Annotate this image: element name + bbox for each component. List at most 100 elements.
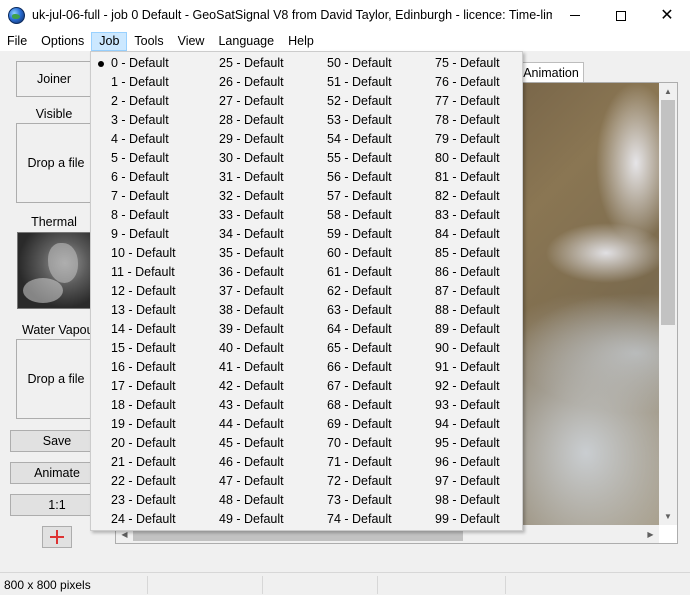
job-menu-item[interactable]: 71 - Default: [307, 453, 415, 472]
job-menu-item[interactable]: 92 - Default: [415, 377, 523, 396]
job-menu-item[interactable]: 39 - Default: [199, 320, 307, 339]
job-menu-item[interactable]: 41 - Default: [199, 358, 307, 377]
job-menu-item[interactable]: 83 - Default: [415, 206, 523, 225]
close-button[interactable]: ✕: [644, 0, 690, 31]
job-menu-item[interactable]: 88 - Default: [415, 301, 523, 320]
vertical-scrollbar[interactable]: ▲ ▼: [659, 83, 677, 525]
job-menu-item[interactable]: 21 - Default: [91, 453, 199, 472]
job-menu-item[interactable]: 24 - Default: [91, 510, 199, 529]
job-menu-item[interactable]: 89 - Default: [415, 320, 523, 339]
job-menu-item[interactable]: 7 - Default: [91, 187, 199, 206]
job-menu-item[interactable]: 45 - Default: [199, 434, 307, 453]
job-menu-item[interactable]: 81 - Default: [415, 168, 523, 187]
job-menu-item[interactable]: 29 - Default: [199, 130, 307, 149]
job-menu-item[interactable]: 78 - Default: [415, 111, 523, 130]
job-menu-item[interactable]: 75 - Default: [415, 54, 523, 73]
job-menu-item[interactable]: 91 - Default: [415, 358, 523, 377]
job-menu-item[interactable]: 43 - Default: [199, 396, 307, 415]
minimize-button[interactable]: [552, 0, 598, 31]
visible-drop-zone[interactable]: Drop a file: [16, 123, 96, 203]
job-menu-item[interactable]: 31 - Default: [199, 168, 307, 187]
job-menu-item[interactable]: 65 - Default: [307, 339, 415, 358]
scroll-down-icon[interactable]: ▼: [659, 508, 677, 525]
job-menu-item[interactable]: 51 - Default: [307, 73, 415, 92]
job-menu-item[interactable]: 5 - Default: [91, 149, 199, 168]
job-menu-item[interactable]: 30 - Default: [199, 149, 307, 168]
job-menu-item[interactable]: 37 - Default: [199, 282, 307, 301]
job-menu-item[interactable]: 9 - Default: [91, 225, 199, 244]
job-menu-item[interactable]: 28 - Default: [199, 111, 307, 130]
job-menu-item[interactable]: 36 - Default: [199, 263, 307, 282]
crosshair-button[interactable]: [42, 526, 72, 548]
job-menu-item[interactable]: 15 - Default: [91, 339, 199, 358]
job-menu-item[interactable]: 70 - Default: [307, 434, 415, 453]
job-menu-item[interactable]: 82 - Default: [415, 187, 523, 206]
globe-icon[interactable]: [8, 7, 25, 24]
job-menu-item[interactable]: 63 - Default: [307, 301, 415, 320]
job-menu-item[interactable]: 40 - Default: [199, 339, 307, 358]
job-menu-item[interactable]: 2 - Default: [91, 92, 199, 111]
job-menu-item[interactable]: 17 - Default: [91, 377, 199, 396]
menu-job[interactable]: Job: [91, 31, 128, 51]
job-menu-item[interactable]: 18 - Default: [91, 396, 199, 415]
scroll-up-icon[interactable]: ▲: [659, 83, 677, 100]
menu-view[interactable]: View: [171, 32, 212, 51]
job-menu-item[interactable]: 35 - Default: [199, 244, 307, 263]
job-menu-item[interactable]: 23 - Default: [91, 491, 199, 510]
menu-language[interactable]: Language: [211, 32, 281, 51]
job-menu-item[interactable]: 74 - Default: [307, 510, 415, 529]
job-menu-item[interactable]: 64 - Default: [307, 320, 415, 339]
job-menu-item[interactable]: 69 - Default: [307, 415, 415, 434]
job-menu-item[interactable]: 44 - Default: [199, 415, 307, 434]
job-menu-item[interactable]: 79 - Default: [415, 130, 523, 149]
job-menu-item[interactable]: 67 - Default: [307, 377, 415, 396]
job-menu-item[interactable]: 62 - Default: [307, 282, 415, 301]
job-menu-item[interactable]: 55 - Default: [307, 149, 415, 168]
menu-help[interactable]: Help: [281, 32, 321, 51]
menu-file[interactable]: File: [0, 32, 34, 51]
job-menu-item[interactable]: 93 - Default: [415, 396, 523, 415]
job-menu-item[interactable]: 13 - Default: [91, 301, 199, 320]
job-menu-item[interactable]: 47 - Default: [199, 472, 307, 491]
scroll-right-icon[interactable]: ▶: [642, 525, 659, 543]
job-menu-item[interactable]: 84 - Default: [415, 225, 523, 244]
job-menu-item[interactable]: 6 - Default: [91, 168, 199, 187]
job-menu-item[interactable]: 49 - Default: [199, 510, 307, 529]
job-menu-item[interactable]: 38 - Default: [199, 301, 307, 320]
job-menu-item[interactable]: 4 - Default: [91, 130, 199, 149]
job-menu-item[interactable]: 61 - Default: [307, 263, 415, 282]
job-menu-item[interactable]: 87 - Default: [415, 282, 523, 301]
job-menu-item[interactable]: 22 - Default: [91, 472, 199, 491]
job-menu-item[interactable]: 59 - Default: [307, 225, 415, 244]
menu-tools[interactable]: Tools: [127, 32, 170, 51]
tab-animation[interactable]: Animation: [518, 62, 584, 82]
water-vapour-drop-zone[interactable]: Drop a file: [16, 339, 96, 419]
job-menu-item[interactable]: 34 - Default: [199, 225, 307, 244]
job-menu-item[interactable]: 85 - Default: [415, 244, 523, 263]
job-menu-item[interactable]: 66 - Default: [307, 358, 415, 377]
job-menu-item[interactable]: 80 - Default: [415, 149, 523, 168]
job-menu-item[interactable]: 16 - Default: [91, 358, 199, 377]
job-menu-item[interactable]: 57 - Default: [307, 187, 415, 206]
job-menu-item[interactable]: 60 - Default: [307, 244, 415, 263]
job-menu-item[interactable]: 96 - Default: [415, 453, 523, 472]
job-menu-item[interactable]: 48 - Default: [199, 491, 307, 510]
job-menu-item[interactable]: 46 - Default: [199, 453, 307, 472]
job-menu-item[interactable]: 14 - Default: [91, 320, 199, 339]
job-menu-item[interactable]: 53 - Default: [307, 111, 415, 130]
job-menu-item[interactable]: 0 - Default: [91, 54, 199, 73]
job-menu-item[interactable]: 73 - Default: [307, 491, 415, 510]
job-menu-item[interactable]: 33 - Default: [199, 206, 307, 225]
job-menu-item[interactable]: 90 - Default: [415, 339, 523, 358]
job-menu-item[interactable]: 86 - Default: [415, 263, 523, 282]
job-menu-item[interactable]: 19 - Default: [91, 415, 199, 434]
job-menu-item[interactable]: 12 - Default: [91, 282, 199, 301]
job-menu-item[interactable]: 3 - Default: [91, 111, 199, 130]
job-menu-item[interactable]: 10 - Default: [91, 244, 199, 263]
joiner-button[interactable]: Joiner: [16, 61, 92, 97]
job-menu-item[interactable]: 25 - Default: [199, 54, 307, 73]
job-menu-item[interactable]: 68 - Default: [307, 396, 415, 415]
job-menu-item[interactable]: 50 - Default: [307, 54, 415, 73]
job-menu-item[interactable]: 8 - Default: [91, 206, 199, 225]
job-menu-item[interactable]: 11 - Default: [91, 263, 199, 282]
